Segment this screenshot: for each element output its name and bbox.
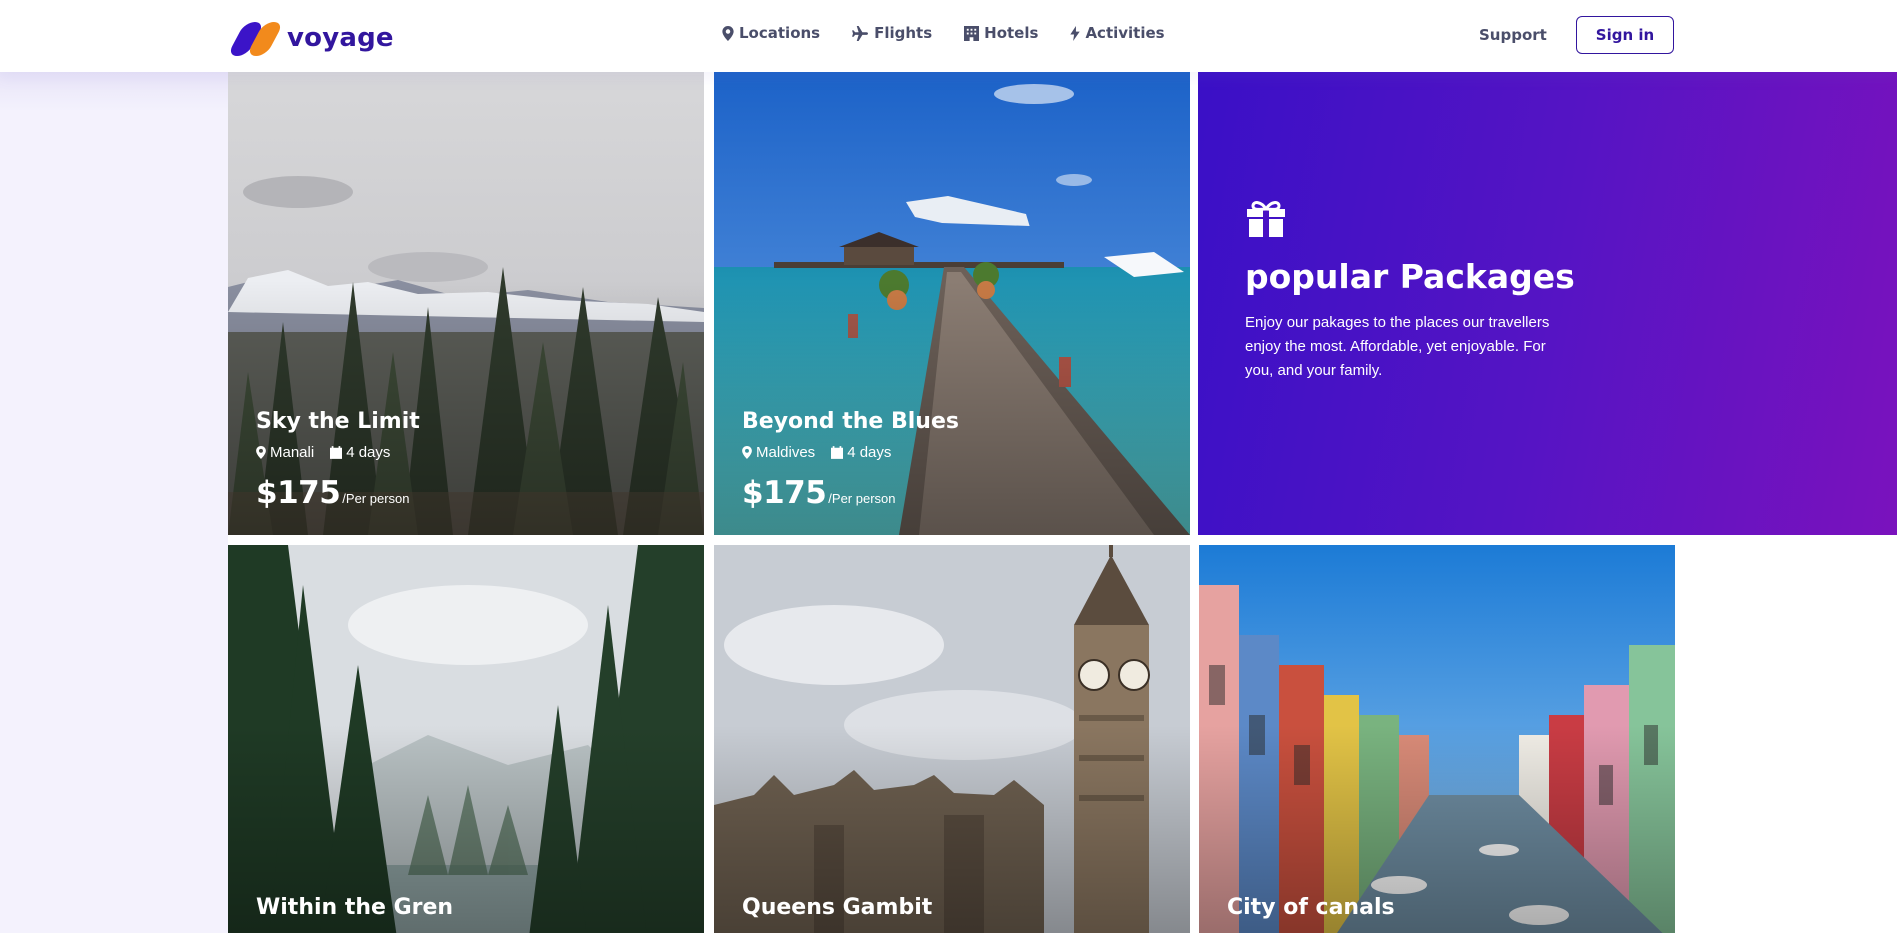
package-card-within-the-gren[interactable]: Within the Gren xyxy=(228,545,704,933)
card-overlay xyxy=(1199,545,1675,933)
price-unit: /Per person xyxy=(828,491,896,506)
left-background xyxy=(0,72,228,933)
map-pin-icon xyxy=(256,446,266,459)
price-amount: $175 xyxy=(742,475,827,511)
duration-text: 4 days xyxy=(847,444,892,461)
card-title: Within the Gren xyxy=(256,895,454,920)
calendar-icon xyxy=(330,446,343,459)
card-title: Queens Gambit xyxy=(742,895,933,920)
promo-text: Enjoy our pakages to the places our trav… xyxy=(1245,314,1550,379)
card-price: $175 /Per person xyxy=(256,475,420,511)
nav-item-flights[interactable]: Flights xyxy=(852,24,932,42)
plane-icon xyxy=(852,25,869,41)
package-card-sky-the-limit[interactable]: Sky the Limit Manali 4 days $175 /Per pe… xyxy=(228,72,704,535)
brand-name: voyage xyxy=(287,23,394,53)
gift-icon xyxy=(1245,199,1287,242)
nav-item-label: Locations xyxy=(739,24,821,42)
logo-mark-icon xyxy=(226,20,285,56)
card-title: City of canals xyxy=(1227,895,1395,920)
map-pin-icon xyxy=(742,446,752,459)
nav-item-label: Hotels xyxy=(984,24,1039,42)
calendar-icon xyxy=(831,446,844,459)
package-card-queens-gambit[interactable]: Queens Gambit xyxy=(714,545,1190,933)
nav-item-hotels[interactable]: Hotels xyxy=(964,24,1038,42)
card-duration: 4 days xyxy=(330,444,390,461)
nav-item-label: Activities xyxy=(1085,24,1165,42)
main-nav: Locations Flights Hotels Activities xyxy=(722,24,1197,42)
price-amount: $175 xyxy=(256,475,341,511)
card-meta: Maldives 4 days xyxy=(742,444,959,461)
brand-logo[interactable]: voyage xyxy=(226,20,394,56)
card-title: Sky the Limit xyxy=(256,409,420,434)
card-info: Queens Gambit xyxy=(742,895,932,930)
nav-item-label: Flights xyxy=(874,24,933,42)
card-meta: Manali 4 days xyxy=(256,444,420,461)
top-navbar: voyage Locations Flights Hotels Activiti… xyxy=(0,0,1897,72)
card-info: Within the Gren xyxy=(256,895,453,930)
nav-item-locations[interactable]: Locations xyxy=(722,24,820,42)
sign-in-button[interactable]: Sign in xyxy=(1576,16,1674,54)
promo-title: popular Packages xyxy=(1245,257,1575,296)
location-text: Manali xyxy=(270,444,315,461)
page: voyage Locations Flights Hotels Activiti… xyxy=(0,0,1897,933)
card-overlay xyxy=(714,545,1190,933)
package-card-beyond-the-blues[interactable]: Beyond the Blues Maldives 4 days $175 /P… xyxy=(714,72,1190,535)
card-location: Manali xyxy=(256,444,314,461)
location-text: Maldives xyxy=(756,444,816,461)
support-link[interactable]: Support xyxy=(1479,26,1547,44)
card-info: Sky the Limit Manali 4 days $175 /Per pe… xyxy=(256,409,420,511)
bolt-icon xyxy=(1070,25,1081,41)
nav-item-activities[interactable]: Activities xyxy=(1070,24,1165,42)
card-duration: 4 days xyxy=(831,444,891,461)
card-overlay xyxy=(228,545,704,933)
map-pin-icon xyxy=(722,25,734,41)
card-price: $175 /Per person xyxy=(742,475,959,511)
popular-packages-promo: popular Packages Enjoy our pakages to th… xyxy=(1198,59,1897,535)
card-title: Beyond the Blues xyxy=(742,409,959,434)
package-card-city-of-canals[interactable]: City of canals xyxy=(1199,545,1675,933)
duration-text: 4 days xyxy=(346,444,391,461)
card-info: Beyond the Blues Maldives 4 days $175 /P… xyxy=(742,409,959,511)
building-icon xyxy=(964,25,980,41)
price-unit: /Per person xyxy=(342,491,410,506)
card-location: Maldives xyxy=(742,444,815,461)
card-info: City of canals xyxy=(1227,895,1395,930)
